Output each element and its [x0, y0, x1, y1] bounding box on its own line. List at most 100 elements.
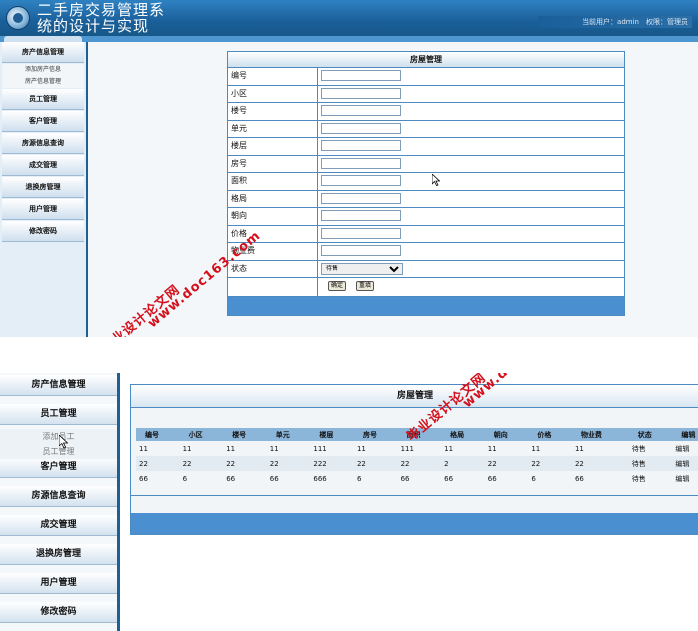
cell: 11: [574, 444, 584, 453]
sidebar-item-house-info[interactable]: 房产信息管理: [0, 375, 117, 396]
house-list-title: 房屋管理: [131, 385, 698, 408]
form-row-property-fee: 物业费: [228, 243, 624, 261]
cell: 666: [313, 474, 327, 483]
cell: 11: [226, 444, 236, 453]
sidebar-item-house-info[interactable]: 房产信息管理: [2, 42, 84, 63]
price-input[interactable]: [321, 227, 401, 239]
cell: 2: [441, 456, 485, 471]
table-row: 66 6 66 66 666 6 66 66 66 6 66 待售 编辑: [136, 471, 698, 486]
col-header: 楼层: [310, 428, 354, 441]
sidebar-subitem-manage-house[interactable]: 房产信息管理: [2, 76, 84, 88]
cell: 22: [571, 456, 629, 471]
field-label: 格局: [228, 190, 318, 207]
list-divider: [131, 495, 698, 496]
field-label: 房号: [228, 155, 318, 172]
room-input[interactable]: [321, 157, 401, 169]
col-header: 物业费: [571, 428, 629, 441]
field-label: 楼层: [228, 138, 318, 155]
field-label: 楼号: [228, 103, 318, 120]
unit-input[interactable]: [321, 122, 401, 134]
sidebar-item-customer[interactable]: 客户管理: [0, 457, 117, 478]
cell: 22: [136, 456, 180, 471]
house-list: 房屋管理 编号 小区 楼号 单元 楼层 房号 面积 格局 朝向 价格 物业费 状…: [130, 384, 698, 535]
cell: 222: [310, 456, 354, 471]
col-header: 编辑: [672, 428, 698, 441]
cell: 11: [487, 444, 497, 453]
cell: 6: [531, 474, 536, 483]
confirm-button[interactable]: 确定: [328, 281, 347, 291]
form-row-orientation: 朝向: [228, 208, 624, 226]
sidebar-item-house-query[interactable]: 房源信息查询: [2, 133, 84, 154]
area-input[interactable]: [321, 175, 401, 186]
field-label: 小区: [228, 85, 318, 102]
edit-link[interactable]: 编辑: [672, 441, 698, 456]
sidebar-item-user[interactable]: 用户管理: [2, 199, 84, 220]
community-input[interactable]: [321, 87, 401, 99]
layout-input[interactable]: [321, 192, 401, 204]
col-header: 单元: [266, 428, 311, 441]
col-header: 小区: [179, 428, 224, 441]
cell: 22: [266, 456, 311, 471]
col-header: 朝向: [484, 428, 529, 441]
sidebar-item-deal[interactable]: 成交管理: [0, 515, 117, 536]
sidebar-item-deal[interactable]: 成交管理: [2, 155, 84, 176]
col-header: 价格: [528, 428, 572, 441]
cell: 66: [269, 474, 279, 483]
cell: 66: [226, 474, 236, 483]
sidebar-item-password[interactable]: 修改密码: [0, 602, 117, 623]
cell: 待售: [631, 474, 646, 483]
form-row-room: 房号: [228, 155, 624, 173]
house-form: 房屋管理 编号 小区 楼号 单元 楼层 房号 面积 格局 朝向 价格 物业费 状…: [227, 51, 625, 316]
cell: 待售: [631, 444, 646, 453]
orientation-input[interactable]: [321, 210, 401, 221]
cell: 待售: [628, 456, 673, 471]
cell: 11: [139, 444, 148, 453]
status-select[interactable]: 待售: [321, 262, 403, 275]
cell: 66: [487, 474, 497, 483]
list-footer: [131, 513, 698, 534]
property-fee-input[interactable]: [321, 245, 401, 256]
form-row-buttons: 确定 重填: [228, 278, 624, 297]
field-label: 朝向: [228, 208, 318, 225]
sidebar-item-return[interactable]: 退换房管理: [2, 177, 84, 198]
sidebar-item-staff[interactable]: 员工管理: [0, 404, 117, 425]
app-logo-icon: [6, 6, 30, 30]
sidebar-subitem-add-house[interactable]: 添加房产信息: [2, 64, 84, 76]
cell: 66: [444, 474, 454, 483]
sidebar-item-password[interactable]: 修改密码: [2, 221, 84, 242]
bottom-screenshot: 房产信息管理 员工管理 添加员工 员工管理 客户管理 房源信息查询 成交管理 退…: [0, 373, 698, 631]
col-header: 格局: [441, 428, 485, 441]
cell: 22: [528, 456, 572, 471]
form-row-community: 小区: [228, 85, 624, 103]
edit-link[interactable]: 编辑: [672, 456, 698, 471]
system-title-line2: 统的设计与实现: [37, 17, 150, 35]
edit-link[interactable]: 编辑: [672, 471, 698, 486]
id-input[interactable]: [321, 70, 401, 81]
field-label: 编号: [228, 68, 318, 85]
cell: 11: [356, 444, 366, 453]
nav-bar: [0, 36, 698, 42]
app-header: 二手房交易管理系 统的设计与实现 当前用户：admin 权限：管理员: [0, 0, 698, 36]
field-label: 单元: [228, 120, 318, 137]
sidebar-item-return[interactable]: 退换房管理: [0, 544, 117, 565]
sidebar-item-staff[interactable]: 员工管理: [2, 89, 84, 110]
current-user-info: 当前用户：admin 权限：管理员: [538, 16, 692, 28]
empty-label: [228, 278, 318, 296]
reset-button[interactable]: 重填: [356, 281, 375, 291]
cell: 22: [484, 456, 529, 471]
sidebar-item-house-query[interactable]: 房源信息查询: [0, 486, 117, 507]
floor-input[interactable]: [321, 140, 401, 151]
cell: 6: [356, 474, 362, 483]
cell: 6: [182, 474, 188, 483]
sidebar-item-customer[interactable]: 客户管理: [2, 111, 84, 132]
form-row-id: 编号: [228, 68, 624, 86]
field-label: 面积: [228, 173, 318, 190]
sidebar-item-user[interactable]: 用户管理: [0, 573, 117, 594]
system-title: 二手房交易管理系 统的设计与实现: [37, 2, 165, 34]
cell: 11: [444, 444, 454, 453]
building-input[interactable]: [321, 105, 401, 116]
cell: 11: [182, 444, 192, 453]
cell: 111: [313, 444, 327, 453]
cell: 66: [574, 474, 584, 483]
cell: 11: [269, 444, 279, 453]
